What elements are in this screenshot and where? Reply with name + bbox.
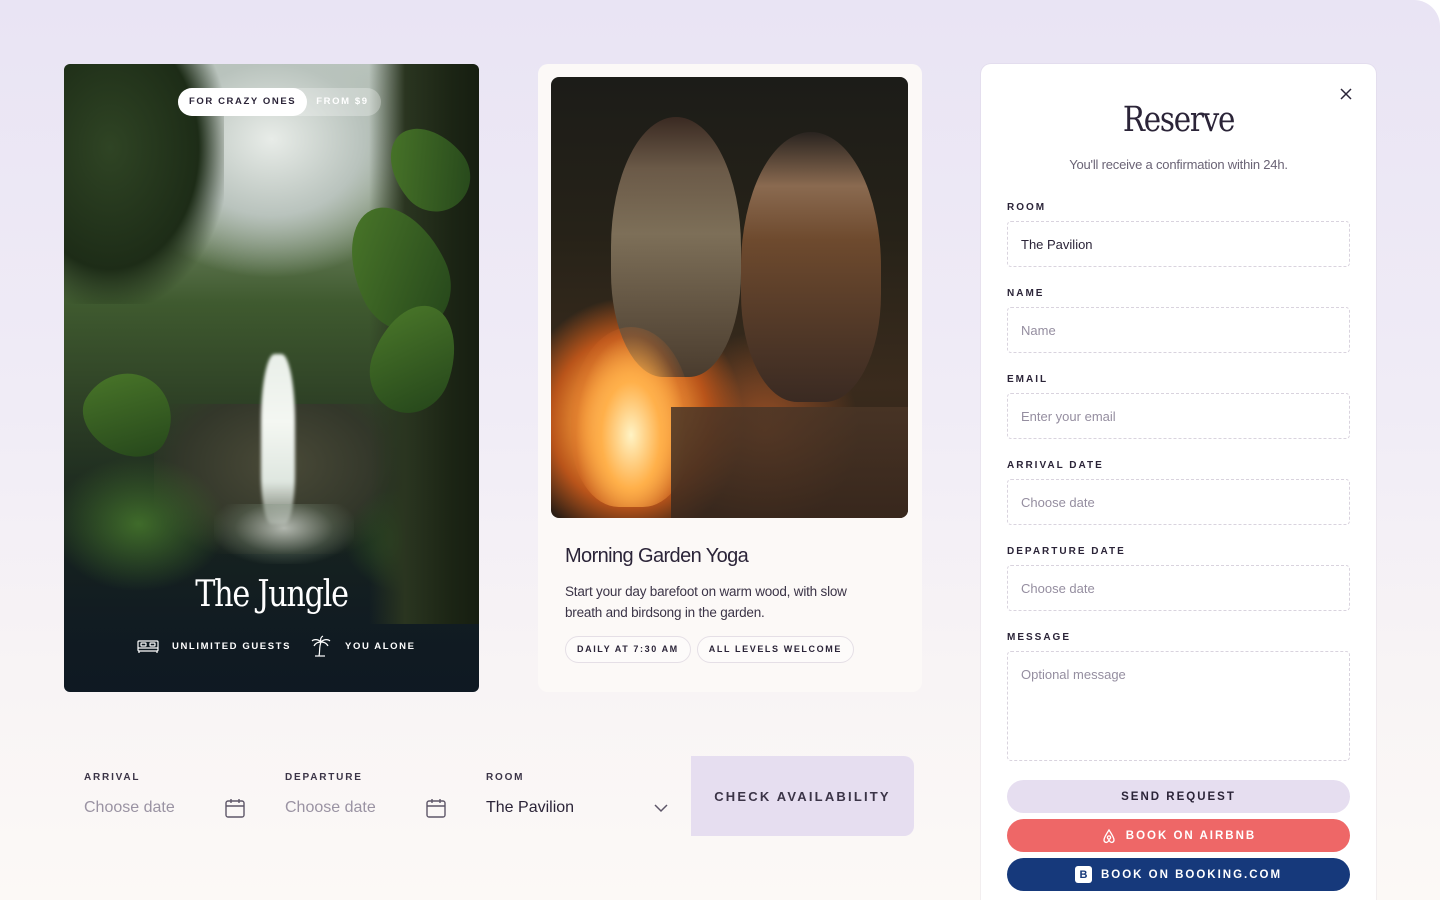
bed-icon bbox=[136, 634, 160, 658]
booking-logo-letter: B bbox=[1074, 866, 1092, 883]
departure-field-label: DEPARTURE DATE bbox=[1007, 546, 1126, 557]
email-field-label: EMAIL bbox=[1007, 374, 1049, 385]
palm-tree-icon bbox=[309, 634, 333, 658]
photo-person-right bbox=[741, 132, 881, 402]
calendar-icon[interactable] bbox=[425, 797, 447, 819]
book-booking-button[interactable]: B BOOK ON BOOKING.COM bbox=[1007, 858, 1350, 891]
departure-date-field[interactable]: Choose date bbox=[1007, 565, 1350, 611]
room-field[interactable]: The Pavilion bbox=[1007, 221, 1350, 267]
tag-levels: ALL LEVELS WELCOME bbox=[696, 636, 854, 663]
airbnb-icon bbox=[1101, 828, 1117, 844]
departure-value: Choose date bbox=[285, 799, 376, 816]
guests-label: UNLIMITED GUESTS bbox=[172, 640, 292, 652]
room-select[interactable]: ROOM The Pavilion bbox=[466, 756, 686, 836]
yoga-description: Start your day barefoot on warm wood, wi… bbox=[565, 584, 847, 620]
check-availability-button[interactable]: CHECK AVAILABILITY bbox=[691, 756, 914, 836]
departure-date-picker[interactable]: DEPARTURE Choose date bbox=[265, 756, 465, 836]
jungle-badges: FOR CRAZY ONES FROM $9 bbox=[178, 88, 381, 116]
arrival-date-picker[interactable]: ARRIVAL Choose date bbox=[64, 756, 264, 836]
availability-bar: ARRIVAL Choose date DEPARTURE Choose dat… bbox=[64, 756, 914, 836]
reserve-panel: Reserve You'll receive a confirmation wi… bbox=[981, 64, 1376, 900]
booking-logo-icon: B bbox=[1074, 866, 1092, 883]
jungle-title: The Jungle bbox=[195, 574, 349, 615]
book-airbnb-button[interactable]: BOOK ON AIRBNB bbox=[1007, 819, 1350, 852]
app-frame: FOR CRAZY ONES FROM $9 The Jungle UNLIMI… bbox=[0, 0, 1440, 900]
jungle-room-card[interactable]: FOR CRAZY ONES FROM $9 The Jungle UNLIMI… bbox=[64, 64, 479, 692]
reserve-title: Reserve bbox=[1122, 100, 1236, 140]
yoga-activity-card[interactable]: Morning Garden Yoga Start your day baref… bbox=[538, 64, 922, 692]
book-booking-label: BOOK ON BOOKING.COM bbox=[1100, 868, 1283, 881]
send-request-label: SEND REQUEST bbox=[1121, 790, 1236, 803]
badge-price: FROM $9 bbox=[316, 96, 369, 107]
photo-firepit bbox=[671, 407, 908, 518]
calendar-icon[interactable] bbox=[224, 797, 246, 819]
room-value: The Pavilion bbox=[486, 799, 575, 816]
room-field-label: ROOM bbox=[1007, 202, 1047, 213]
solo-label: YOU ALONE bbox=[345, 640, 416, 652]
name-field-label: NAME bbox=[1007, 288, 1045, 299]
yoga-tags: DAILY AT 7:30 AM ALL LEVELS WELCOME bbox=[565, 636, 854, 663]
arrival-date-field[interactable]: Choose date bbox=[1007, 479, 1350, 525]
badge-crazy-ones: FOR CRAZY ONES bbox=[178, 88, 308, 116]
message-field[interactable]: Optional message bbox=[1007, 651, 1350, 761]
arrival-value: Choose date bbox=[84, 799, 175, 816]
chevron-down-icon[interactable] bbox=[650, 797, 672, 819]
send-request-button[interactable]: SEND REQUEST bbox=[1007, 780, 1350, 813]
message-field-label: MESSAGE bbox=[1007, 632, 1072, 643]
room-label: ROOM bbox=[486, 772, 525, 783]
departure-label: DEPARTURE bbox=[285, 772, 363, 783]
arrival-label: ARRIVAL bbox=[84, 772, 141, 783]
name-field[interactable]: Name bbox=[1007, 307, 1350, 353]
campfire-photo bbox=[551, 77, 908, 518]
reserve-subtitle: You'll receive a confirmation within 24h… bbox=[1069, 157, 1288, 172]
book-airbnb-label: BOOK ON AIRBNB bbox=[1125, 829, 1257, 842]
tag-schedule: DAILY AT 7:30 AM bbox=[565, 636, 691, 663]
yoga-title: Morning Garden Yoga bbox=[565, 545, 749, 567]
arrival-field-label: ARRIVAL DATE bbox=[1007, 460, 1104, 471]
email-field[interactable]: Enter your email bbox=[1007, 393, 1350, 439]
jungle-meta: UNLIMITED GUESTS YOU ALONE bbox=[136, 634, 416, 658]
